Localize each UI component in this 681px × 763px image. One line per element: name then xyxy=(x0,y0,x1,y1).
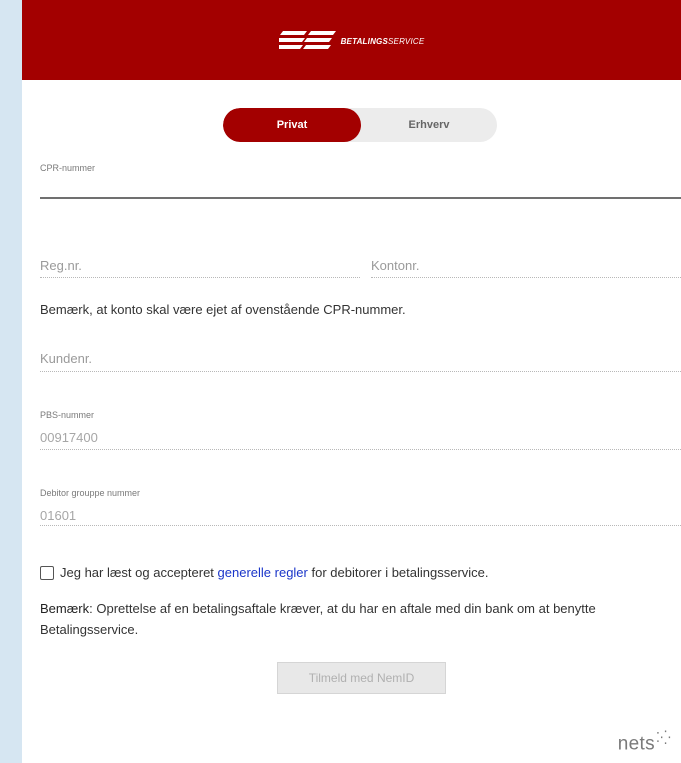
kundenr-field[interactable]: Kundenr. xyxy=(40,351,92,366)
cpr-input[interactable] xyxy=(40,197,681,199)
header-bar: BETALINGSSERVICE xyxy=(22,0,681,80)
terms-text: Jeg har læst og accepteret generelle reg… xyxy=(60,565,489,580)
logo-text: BETALINGSSERVICE xyxy=(340,36,425,46)
nets-dots-icon: ⁚⁛ xyxy=(655,730,671,745)
pbs-value: 00917400 xyxy=(40,430,98,445)
debitor-underline xyxy=(40,525,681,526)
pbs-underline xyxy=(40,449,681,450)
nets-logo: nets⁚⁛ xyxy=(617,730,671,755)
debitor-value: 01601 xyxy=(40,508,77,523)
nemid-submit-button[interactable]: Tilmeld med NemID xyxy=(277,662,446,694)
debitor-label: Debitor grouppe nummer xyxy=(40,488,141,498)
toggle-privat[interactable]: Privat xyxy=(223,108,361,142)
customer-type-toggle[interactable]: Privat Erhverv xyxy=(223,108,497,142)
terms-link[interactable]: generelle regler xyxy=(218,565,308,580)
info-paragraph: Bemærk: Oprettelse af en betalingsaftale… xyxy=(40,601,596,637)
toggle-erhverv[interactable]: Erhverv xyxy=(361,108,497,142)
terms-checkbox[interactable] xyxy=(40,565,54,580)
signup-card: BETALINGSSERVICE Privat Erhverv CPR-numm… xyxy=(22,0,681,763)
reg-nr-field[interactable]: Reg.nr. xyxy=(40,258,82,273)
betalingsservice-logo: BETALINGSSERVICE xyxy=(278,29,425,51)
kundenr-underline xyxy=(40,371,681,372)
konto-nr-underline xyxy=(371,277,681,278)
account-note: Bemærk, at konto skal være ejet af ovens… xyxy=(40,302,406,317)
konto-nr-field[interactable]: Kontonr. xyxy=(371,258,419,273)
pbs-label: PBS-nummer xyxy=(40,410,95,420)
bs-logo-icon xyxy=(278,31,336,49)
reg-nr-underline xyxy=(40,277,360,278)
terms-row: Jeg har læst og accepteret generelle reg… xyxy=(40,565,489,580)
cpr-label: CPR-nummer xyxy=(40,163,96,173)
